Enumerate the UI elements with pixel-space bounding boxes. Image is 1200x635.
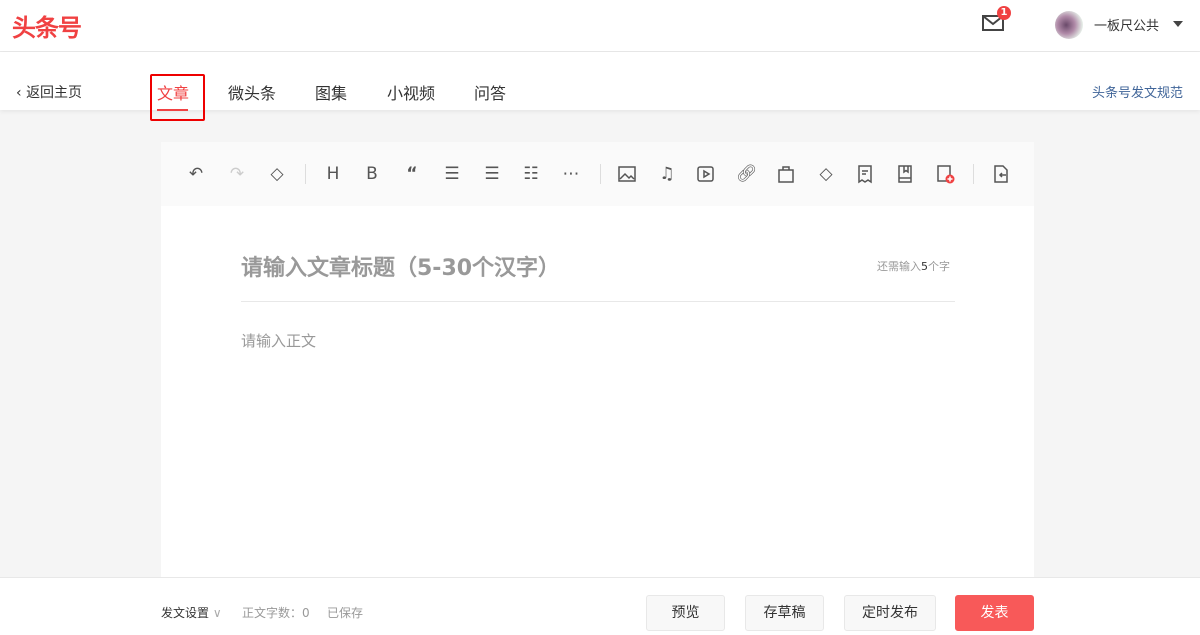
title-divider (241, 301, 955, 302)
title-input[interactable]: 请输入文章标题（5-30个汉字） (241, 250, 560, 282)
word-count: 正文字数：0 (242, 604, 310, 621)
audio-icon[interactable]: ♫ (657, 164, 677, 184)
preview-button[interactable]: 预览 (646, 595, 725, 631)
caret-down-icon[interactable] (1173, 21, 1183, 27)
tab-short-video[interactable]: 小视频 (387, 80, 435, 104)
publish-button[interactable]: 发表 (955, 595, 1034, 631)
chevron-down-icon: ∨ (213, 606, 222, 620)
back-label: 返回主页 (26, 85, 82, 101)
count-prefix: 还需输入 (877, 260, 921, 273)
vote-icon[interactable] (935, 164, 955, 184)
link-icon[interactable]: 🔗︎ (736, 164, 756, 184)
document-icon[interactable] (855, 164, 875, 184)
diamond-icon[interactable]: ◇ (816, 164, 836, 184)
editor-card: ↶ ↷ ◇ H B “ ☰ ☰ ☷ ⋯ ♫ 🔗︎ ◇ 请输入文章标题（5-30个… (161, 142, 1034, 582)
back-home-link[interactable]: ‹ 返回主页 (16, 82, 82, 102)
redo-icon[interactable]: ↷ (227, 164, 247, 184)
video-icon[interactable] (696, 164, 716, 184)
logo[interactable]: 头条号 (12, 8, 81, 43)
editor-toolbar: ↶ ↷ ◇ H B “ ☰ ☰ ☷ ⋯ ♫ 🔗︎ ◇ (161, 142, 1034, 206)
schedule-publish-button[interactable]: 定时发布 (844, 595, 936, 631)
heading-icon[interactable]: H (323, 164, 343, 184)
char-count-hint: 还需输入5个字 (877, 258, 950, 274)
footer-bar: 发文设置 ∨ 正文字数：0 已保存 预览 存草稿 定时发布 发表 (0, 577, 1200, 635)
image-icon[interactable] (617, 164, 637, 184)
bullet-list-icon[interactable]: ☰ (442, 164, 462, 184)
import-icon[interactable] (991, 164, 1011, 184)
quote-icon[interactable]: “ (402, 164, 422, 184)
notification-badge: 1 (997, 6, 1011, 20)
more-icon[interactable]: ⋯ (561, 164, 581, 184)
tab-qa[interactable]: 问答 (474, 80, 506, 104)
rules-link[interactable]: 头条号发文规范 (1092, 82, 1183, 101)
count-suffix: 个字 (928, 260, 950, 273)
chevron-left-icon: ‹ (16, 85, 22, 101)
avatar[interactable] (1055, 11, 1083, 39)
top-header: 头条号 1 一板尺公共 (0, 0, 1200, 52)
book-icon[interactable] (895, 164, 915, 184)
product-icon[interactable] (776, 164, 796, 184)
numbered-list-icon[interactable]: ☰ (482, 164, 502, 184)
save-status: 已保存 (327, 604, 363, 621)
tab-gallery[interactable]: 图集 (315, 80, 347, 104)
save-draft-button[interactable]: 存草稿 (745, 595, 824, 631)
count-number: 5 (921, 260, 928, 273)
divider (973, 164, 974, 184)
divider (600, 164, 601, 184)
settings-label: 发文设置 (161, 606, 209, 620)
username[interactable]: 一板尺公共 (1094, 15, 1159, 34)
bold-icon[interactable]: B (362, 164, 382, 184)
publish-settings-dropdown[interactable]: 发文设置 ∨ (161, 604, 222, 621)
clear-format-icon[interactable]: ◇ (267, 164, 287, 184)
divider (305, 164, 306, 184)
body-input[interactable]: 请输入正文 (241, 330, 316, 351)
undo-icon[interactable]: ↶ (186, 164, 206, 184)
divider-icon[interactable]: ☷ (521, 164, 541, 184)
highlight-box (150, 74, 205, 121)
tab-micro[interactable]: 微头条 (228, 80, 276, 104)
